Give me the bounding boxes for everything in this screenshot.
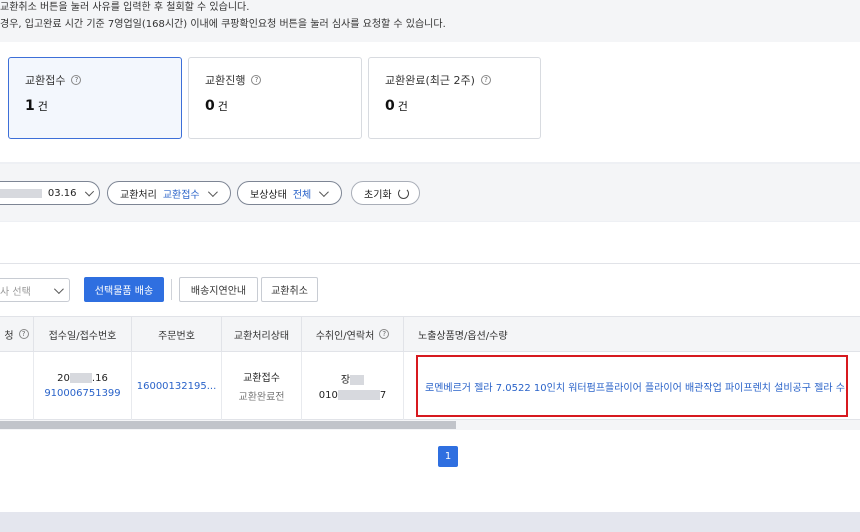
recipient-name: 장: [340, 375, 351, 386]
courier-select[interactable]: 사 선택: [0, 278, 70, 302]
help-icon[interactable]: ?: [379, 329, 390, 339]
help-icon[interactable]: ?: [71, 75, 82, 85]
help-icon[interactable]: ?: [480, 75, 491, 85]
status-cell: 교환접수 교환완료전: [222, 352, 302, 420]
table-row[interactable]: 20.16 910006751399 16000132195... 교환접수 교…: [0, 352, 860, 420]
card-unit: 건: [217, 100, 228, 113]
help-icon[interactable]: ?: [18, 329, 29, 339]
notice-line-2: 경우, 입고완료 시간 기준 7영업일(168시간) 이내에 쿠팡확인요청 버튼…: [0, 19, 446, 30]
divider: [0, 263, 860, 264]
reset-button[interactable]: 초기화: [351, 181, 420, 205]
refresh-icon: [397, 187, 409, 199]
column-header: 교환처리상태: [222, 317, 302, 351]
order-number-link[interactable]: 16000132195...: [137, 381, 217, 392]
column-header: 수취인/연락처?: [302, 317, 404, 351]
exchange-status-filter[interactable]: 교환처리 교환접수: [107, 181, 231, 205]
summary-card-completed[interactable]: 교환완료(최근 2주)? 0건: [368, 57, 541, 139]
date-range-filter[interactable]: 03.16: [0, 181, 100, 205]
help-icon[interactable]: ?: [251, 75, 262, 85]
card-count: 1: [25, 98, 35, 114]
select-placeholder: 사 선택: [0, 286, 31, 298]
compensation-status-filter[interactable]: 보상상태 전체: [237, 181, 342, 205]
filter-bar: 03.16 교환처리 교환접수 보상상태 전체 초기화: [0, 164, 860, 221]
masked-date: [0, 188, 42, 198]
cancel-exchange-button[interactable]: 교환취소: [261, 277, 318, 302]
recipient-cell: 장 010 7: [302, 352, 404, 420]
list-panel: 사 선택 선택물품 배송 배송지연안내 교환취소 청? 접수일/접수번호 주문번…: [0, 222, 860, 512]
row-checkbox-cell[interactable]: [0, 352, 34, 420]
order-cell: 16000132195...: [132, 352, 222, 420]
filter-label: 교환처리: [120, 189, 157, 201]
chevron-down-icon: [319, 186, 330, 197]
horizontal-scrollbar[interactable]: [0, 420, 860, 430]
summary-card-received[interactable]: 교환접수? 1건: [8, 57, 182, 139]
date-suffix: 03.16: [47, 187, 77, 199]
notice-line-1: 교환취소 버튼을 눌러 사유를 입력한 후 철회할 수 있습니다.: [0, 2, 250, 13]
card-unit: 건: [37, 100, 48, 113]
card-unit: 건: [397, 100, 408, 113]
card-label: 교환진행: [205, 74, 246, 87]
chevron-down-icon: [84, 186, 94, 197]
column-header: 노출상품명/옵션/수량: [418, 330, 508, 342]
card-count: 0: [385, 98, 395, 114]
product-name-link[interactable]: 로멘베르거 젤라 7.0522 10인치 워터펌프플라이어 플라이어 배관작업 …: [416, 355, 848, 417]
chevron-down-icon: [207, 186, 218, 197]
card-label: 교환완료(최근 2주): [385, 74, 475, 87]
ship-selected-button[interactable]: 선택물품 배송: [84, 277, 164, 302]
column-header: 접수일/접수번호: [34, 317, 132, 351]
reset-label: 초기화: [364, 189, 392, 201]
card-count: 0: [205, 98, 215, 114]
column-header: 주문번호: [132, 317, 222, 351]
chevron-down-icon: [53, 283, 64, 294]
scrollbar-thumb[interactable]: [0, 421, 456, 429]
table-header: 청? 접수일/접수번호 주문번호 교환처리상태 수취인/연락처? 노출상품명/옵…: [0, 316, 860, 352]
card-label: 교환접수: [25, 74, 66, 87]
status-text: 교환접수: [243, 373, 280, 384]
filter-value: 교환접수: [162, 189, 200, 201]
delay-notice-button[interactable]: 배송지연안내: [179, 277, 258, 302]
status-sub-text: 교환완료전: [238, 392, 285, 403]
summary-panel: 교환접수? 1건 교환진행? 0건 교환완료(최근 2주)? 0건: [0, 42, 860, 162]
receipt-number-link[interactable]: 910006751399: [44, 388, 120, 399]
column-header: 청?: [0, 317, 34, 351]
receipt-cell: 20.16 910006751399: [34, 352, 132, 420]
notice-panel: 교환취소 버튼을 눌러 사유를 입력한 후 철회할 수 있습니다. 경우, 입고…: [0, 0, 860, 42]
toolbar-divider: [171, 279, 172, 300]
filter-value: 전체: [292, 189, 312, 201]
filter-label: 보상상태: [250, 189, 287, 201]
pagination-page-button[interactable]: 1: [438, 446, 458, 467]
bottom-bar: [0, 512, 860, 532]
summary-card-in-progress[interactable]: 교환진행? 0건: [188, 57, 362, 139]
